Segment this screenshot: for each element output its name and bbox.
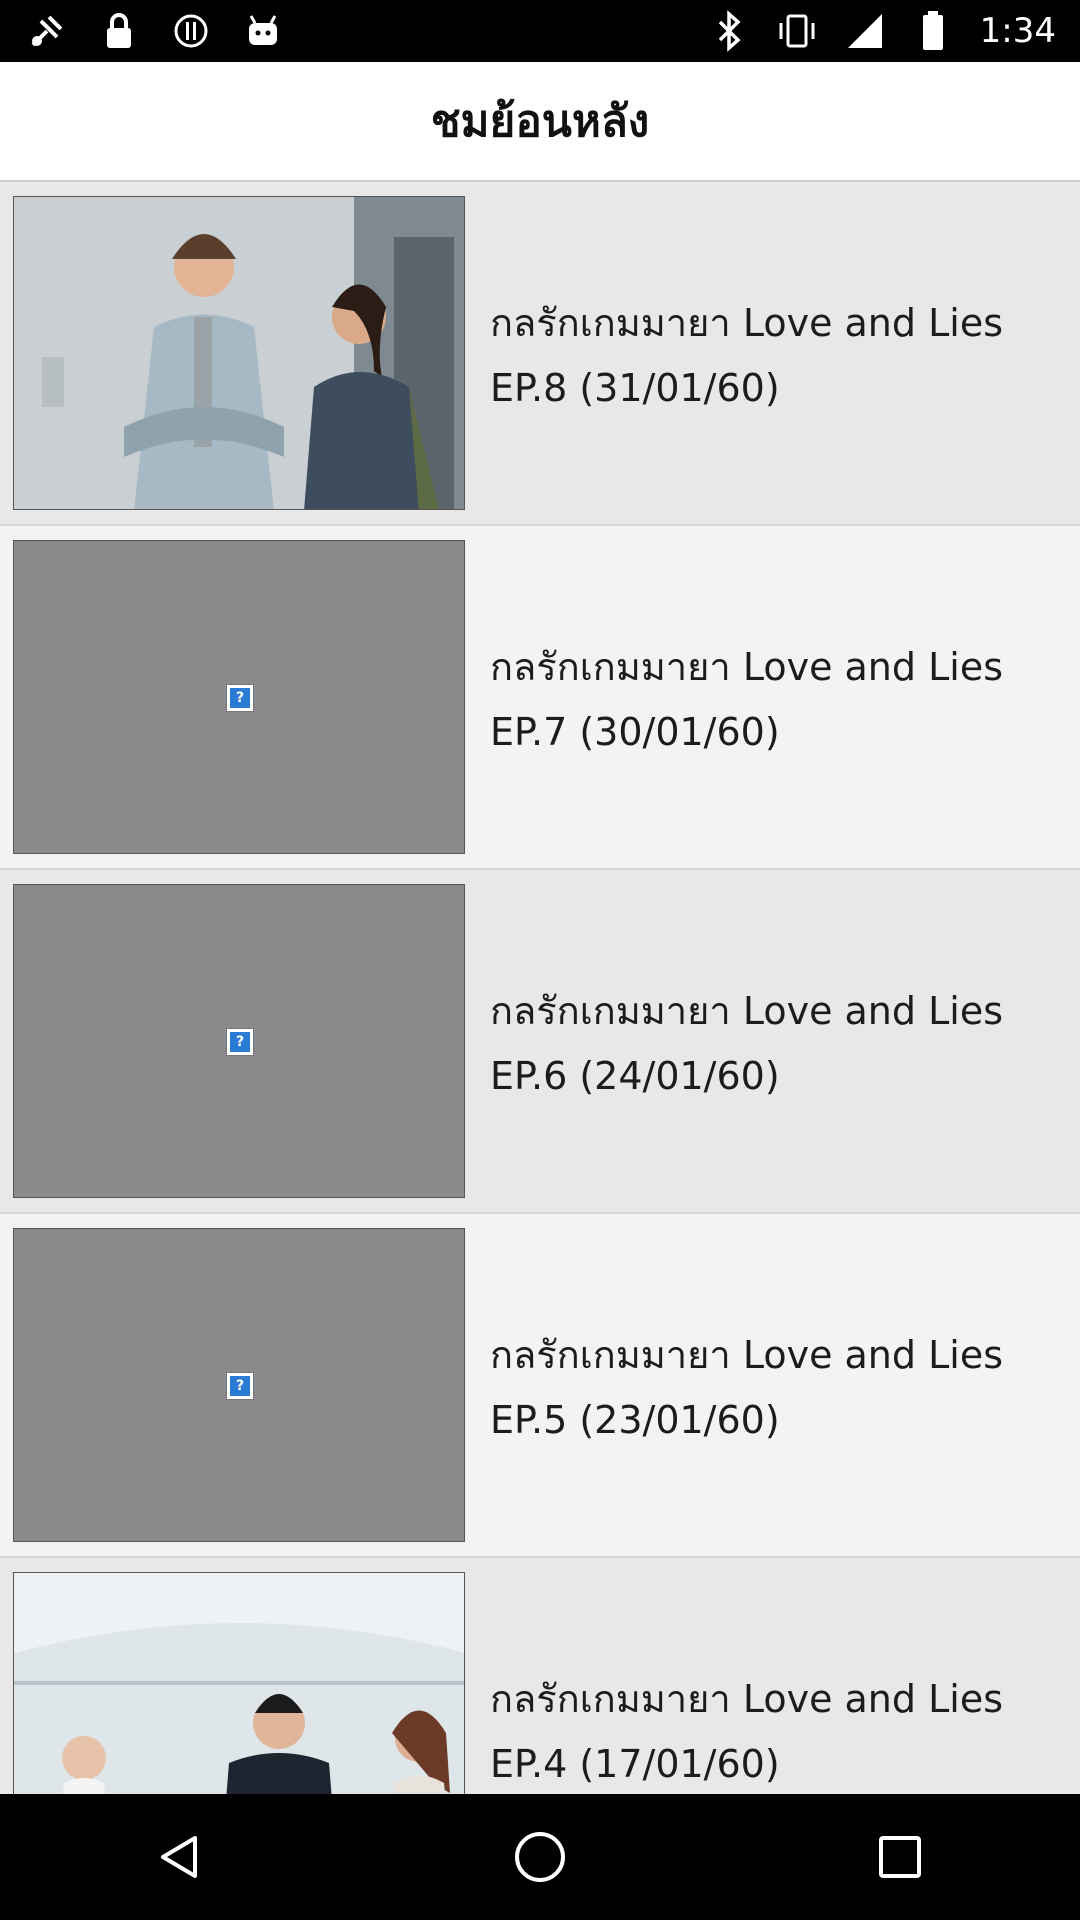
- list-item[interactable]: ? กลรักเกมมายา Love and Lies EP.5 (23/01…: [0, 1214, 1080, 1558]
- navigation-bar: [0, 1794, 1080, 1920]
- episode-number-date: EP.8 (31/01/60): [490, 366, 780, 410]
- episode-thumbnail[interactable]: ?: [13, 540, 465, 854]
- home-button[interactable]: [480, 1797, 600, 1917]
- signal-icon: [844, 10, 886, 52]
- back-button[interactable]: [120, 1797, 240, 1917]
- episode-thumbnail[interactable]: ?: [13, 1228, 465, 1542]
- battery-icon: [912, 10, 954, 52]
- episode-title: กลรักเกมมายา Love and Lies: [490, 1333, 1003, 1377]
- episode-number-date: EP.4 (17/01/60): [490, 1742, 780, 1786]
- clock: 1:34: [979, 11, 1056, 51]
- episode-number-date: EP.5 (23/01/60): [490, 1398, 780, 1442]
- android-icon: [242, 10, 284, 52]
- broken-image-icon: ?: [226, 1372, 254, 1400]
- episode-number-date: EP.7 (30/01/60): [490, 710, 780, 754]
- broken-image-icon: ?: [226, 1028, 254, 1056]
- header: ชมย้อนหลัง: [0, 62, 1080, 182]
- episode-title: กลรักเกมมายา Love and Lies: [490, 1677, 1003, 1721]
- episode-thumbnail[interactable]: ?: [13, 884, 465, 1198]
- fake-gps-icon: [26, 10, 68, 52]
- lock-icon: [98, 10, 140, 52]
- episode-list[interactable]: กลรักเกมมายา Love and Lies EP.8 (31/01/6…: [0, 182, 1080, 1794]
- recents-icon: [879, 1836, 921, 1878]
- alert-icon: [170, 10, 212, 52]
- list-item[interactable]: ? กลรักเกมมายา Love and Lies EP.6 (24/01…: [0, 870, 1080, 1214]
- status-bar: 1:34: [0, 0, 1080, 62]
- episode-thumbnail[interactable]: [13, 1572, 465, 1794]
- home-icon: [515, 1832, 565, 1882]
- vibrate-icon: [776, 10, 818, 52]
- broken-image-icon: ?: [226, 684, 254, 712]
- list-item[interactable]: ? กลรักเกมมายา Love and Lies EP.7 (30/01…: [0, 526, 1080, 870]
- episode-title: กลรักเกมมายา Love and Lies: [490, 645, 1003, 689]
- episode-thumbnail[interactable]: [13, 196, 465, 510]
- back-icon: [161, 1836, 197, 1878]
- list-item[interactable]: กลรักเกมมายา Love and Lies EP.4 (17/01/6…: [0, 1558, 1080, 1794]
- bluetooth-icon: [708, 10, 750, 52]
- recents-button[interactable]: [840, 1797, 960, 1917]
- episode-title: กลรักเกมมายา Love and Lies: [490, 989, 1003, 1033]
- page-title: ชมย้อนหลัง: [430, 96, 650, 147]
- list-item[interactable]: กลรักเกมมายา Love and Lies EP.8 (31/01/6…: [0, 182, 1080, 526]
- episode-title: กลรักเกมมายา Love and Lies: [490, 301, 1003, 345]
- episode-number-date: EP.6 (24/01/60): [490, 1054, 780, 1098]
